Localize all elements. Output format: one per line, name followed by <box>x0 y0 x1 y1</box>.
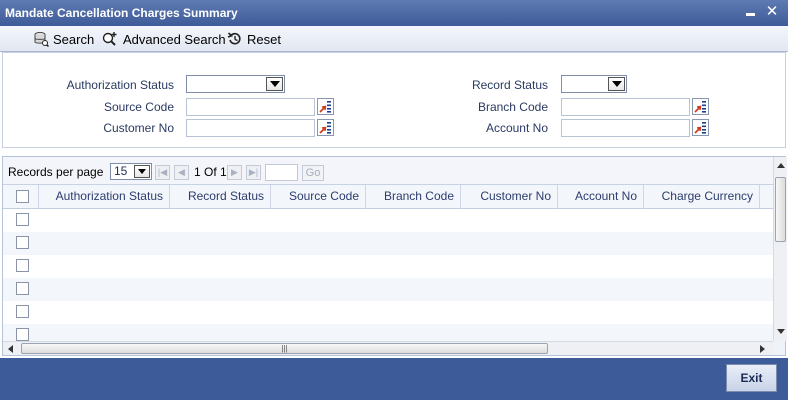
scroll-left-icon[interactable] <box>8 345 13 353</box>
window-title: Mandate Cancellation Charges Summary <box>5 6 238 20</box>
row-checkbox[interactable] <box>16 259 29 272</box>
summary-window: Mandate Cancellation Charges Summary ✕ S… <box>0 0 788 400</box>
list-of-values-icon <box>694 101 706 113</box>
records-per-page-value: 15 <box>114 164 128 178</box>
search-button[interactable]: Search <box>33 30 94 48</box>
previous-page-button[interactable]: ◀ <box>174 165 189 180</box>
row-checkbox[interactable] <box>16 213 29 226</box>
branch-code-label: Branch Code <box>477 100 548 114</box>
branch-code-input[interactable] <box>561 98 690 116</box>
record-status-select[interactable] <box>561 75 627 93</box>
last-page-icon: ▶| <box>248 167 259 177</box>
account-no-label: Account No <box>485 121 548 135</box>
list-of-values-icon <box>319 101 331 113</box>
reset-button[interactable]: Reset <box>227 30 281 48</box>
chevron-down-icon <box>266 77 283 91</box>
authorization-status-label: Authorization Status <box>66 78 174 92</box>
go-button[interactable]: Go <box>302 165 324 181</box>
authorization-status-select[interactable] <box>186 75 285 93</box>
scroll-down-icon[interactable] <box>777 329 785 334</box>
account-no-lov-button[interactable] <box>692 119 709 136</box>
column-header[interactable]: Authorization Status <box>38 185 170 209</box>
table-row[interactable] <box>3 232 773 255</box>
list-of-values-icon <box>319 122 331 134</box>
records-per-page-label: Records per page <box>8 165 104 179</box>
branch-code-lov-button[interactable] <box>692 98 709 115</box>
records-per-page-select[interactable]: 15 <box>110 163 152 180</box>
column-header[interactable]: Account No <box>558 185 644 209</box>
account-no-input[interactable] <box>561 119 690 137</box>
list-of-values-icon <box>694 122 706 134</box>
horizontal-scrollbar[interactable]: ||| <box>3 341 773 355</box>
toolbar: Search Advanced Search Reset <box>0 26 788 52</box>
page-number-input[interactable] <box>265 164 298 181</box>
minimize-icon <box>746 13 755 16</box>
scroll-up-icon[interactable] <box>777 163 785 168</box>
pager-bar: Records per page 15 |◀ ◀ 1 Of 1 ▶ ▶| Go <box>3 157 773 185</box>
column-header[interactable]: Charge Currency <box>644 185 760 209</box>
last-page-button[interactable]: ▶| <box>246 165 261 180</box>
advanced-search-label: Advanced Search <box>123 31 226 47</box>
search-icon <box>34 32 49 47</box>
source-code-input[interactable] <box>186 98 315 116</box>
reset-icon <box>227 32 241 45</box>
advanced-search-icon <box>102 32 117 46</box>
results-grid: Records per page 15 |◀ ◀ 1 Of 1 ▶ ▶| Go … <box>2 156 787 356</box>
page-indicator: 1 Of 1 <box>194 165 227 179</box>
search-label: Search <box>53 31 95 47</box>
record-status-label: Record Status <box>471 78 548 92</box>
row-checkbox[interactable] <box>16 305 29 318</box>
row-checkbox[interactable] <box>16 282 29 295</box>
customer-no-lov-button[interactable] <box>317 119 334 136</box>
source-code-label: Source Code <box>103 100 174 114</box>
vertical-scrollbar[interactable] <box>773 157 787 341</box>
row-checkbox[interactable] <box>16 328 29 341</box>
column-header[interactable]: Branch Code <box>366 185 461 209</box>
next-page-button[interactable]: ▶ <box>227 165 242 180</box>
vertical-scroll-thumb[interactable] <box>775 177 786 242</box>
close-button[interactable]: ✕ <box>764 2 780 20</box>
horizontal-scroll-thumb[interactable]: ||| <box>21 343 548 354</box>
title-bar: Mandate Cancellation Charges Summary ✕ <box>0 0 788 26</box>
table-row[interactable] <box>3 209 773 232</box>
table-row[interactable] <box>3 255 773 278</box>
close-icon: ✕ <box>765 3 779 20</box>
column-header[interactable]: Source Code <box>271 185 366 209</box>
reset-label: Reset <box>247 31 281 47</box>
search-criteria-panel: Authorization Status Record Status Sourc… <box>2 52 786 148</box>
table-row[interactable] <box>3 301 773 324</box>
row-checkbox[interactable] <box>16 236 29 249</box>
customer-no-label: Customer No <box>103 121 174 135</box>
chevron-down-icon <box>134 165 150 178</box>
select-all-checkbox[interactable] <box>16 190 29 203</box>
advanced-search-button[interactable]: Advanced Search <box>101 30 226 48</box>
minimize-button[interactable] <box>743 3 759 21</box>
first-page-button[interactable]: |◀ <box>155 165 170 180</box>
customer-no-input[interactable] <box>186 119 315 137</box>
table-row[interactable] <box>3 278 773 301</box>
column-header[interactable]: Record Status <box>170 185 271 209</box>
exit-button[interactable]: Exit <box>726 364 777 392</box>
scroll-right-icon[interactable] <box>760 345 765 353</box>
footer-bar: Exit <box>0 358 788 400</box>
source-code-lov-button[interactable] <box>317 98 334 115</box>
column-header[interactable]: Customer No <box>461 185 558 209</box>
table-row[interactable] <box>3 324 773 341</box>
chevron-down-icon <box>608 77 625 91</box>
grid-header: Authorization Status Record Status Sourc… <box>3 185 773 209</box>
previous-page-icon: ◀ <box>178 167 185 177</box>
next-page-icon: ▶ <box>231 167 238 177</box>
first-page-icon: |◀ <box>157 167 168 177</box>
